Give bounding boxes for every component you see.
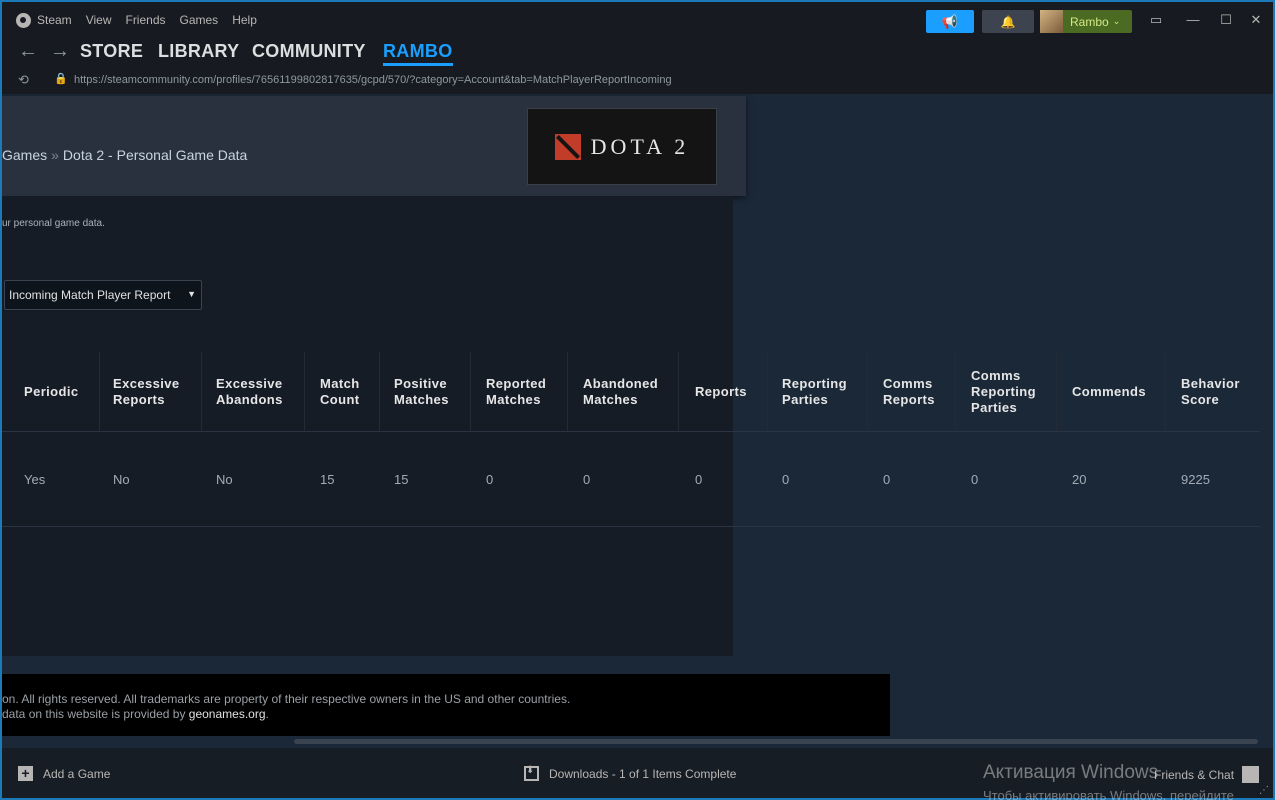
cell-reports: 0: [695, 472, 703, 487]
page-footer: on. All rights reserved. All trademarks …: [2, 674, 890, 736]
user-menu-button[interactable]: Rambo ⌄: [1040, 10, 1132, 33]
tab-library[interactable]: LIBRARY: [158, 41, 239, 62]
report-type-select[interactable]: Incoming Match Player Report ▼: [4, 280, 202, 310]
table-header: Periodic Excessive Reports Excessive Aba…: [2, 352, 1260, 432]
horizontal-scrollbar[interactable]: [294, 739, 1258, 744]
announcements-button[interactable]: 📢: [926, 10, 974, 33]
forward-arrow-icon[interactable]: →: [50, 40, 70, 63]
geonames-link[interactable]: geonames.org: [189, 707, 266, 721]
page-content: Games» Dota 2 - Personal Game Data DOTA 2…: [2, 94, 1273, 748]
cell-comms-reporting-parties: 0: [971, 472, 979, 487]
footer-copyright: on. All rights reserved. All trademarks …: [2, 692, 571, 706]
col-abandoned-matches: Abandoned Matches: [583, 376, 659, 407]
minimize-icon[interactable]: —: [1184, 12, 1202, 27]
cell-positive-matches: 15: [394, 472, 409, 487]
url-text[interactable]: https://steamcommunity.com/profiles/7656…: [74, 74, 672, 86]
dota-emblem-icon: [554, 133, 581, 160]
bell-icon: 🔔: [1000, 14, 1016, 29]
footer-geodata: data on this website is provided by geon…: [2, 707, 890, 722]
row-divider: [2, 431, 1260, 432]
col-comms-reports: Comms Reports: [883, 376, 935, 407]
tab-store[interactable]: STORE: [80, 41, 143, 62]
chevron-down-icon: ▼: [187, 289, 196, 299]
cell-abandoned-matches: 0: [583, 472, 591, 487]
page-header: Games» Dota 2 - Personal Game Data DOTA 2: [2, 96, 746, 196]
footer-geodata-suffix: .: [265, 707, 269, 721]
tab-profile[interactable]: RAMBO: [383, 41, 453, 66]
cell-comms-reports: 0: [883, 472, 891, 487]
col-periodic: Periodic: [24, 384, 79, 399]
col-reports: Reports: [695, 384, 747, 399]
col-excessive-reports: Excessive Reports: [113, 376, 180, 407]
add-game-label: Add a Game: [43, 766, 111, 781]
col-excessive-abandons: Excessive Abandons: [216, 376, 283, 407]
dota2-logo: DOTA 2: [527, 108, 717, 185]
col-behavior-score: Behavior Score: [1181, 376, 1240, 407]
cell-excessive-reports: No: [113, 472, 130, 487]
page-description: ur personal game data.: [2, 218, 105, 229]
friends-chat-label: Friends & Chat: [1154, 767, 1235, 782]
col-comms-reporting-parties: Comms Reporting Parties: [971, 368, 1036, 415]
downloads-button[interactable]: Downloads - 1 of 1 Items Complete: [524, 765, 737, 781]
menu-games[interactable]: Games: [180, 13, 219, 27]
downloads-label: Downloads - 1 of 1 Items Complete: [549, 766, 737, 781]
chevron-down-icon: ⌄: [1112, 16, 1121, 26]
friends-chat-button[interactable]: Friends & Chat: [1154, 766, 1260, 783]
download-icon: [524, 765, 539, 781]
avatar: [1040, 10, 1063, 33]
tab-community[interactable]: COMMUNITY: [252, 41, 366, 62]
back-arrow-icon[interactable]: ←: [18, 40, 38, 63]
notifications-button[interactable]: 🔔: [982, 10, 1034, 33]
menu-help[interactable]: Help: [232, 13, 257, 27]
col-commends: Commends: [1072, 384, 1146, 399]
select-value: Incoming Match Player Report: [9, 288, 171, 302]
nav-bar: ← → STORE LIBRARY COMMUNITY RAMBO: [2, 38, 1273, 66]
row-divider: [2, 526, 1260, 527]
menu-friends[interactable]: Friends: [125, 13, 165, 27]
windows-activation-subtitle: Чтобы активировать Windows, перейдите: [983, 788, 1234, 800]
col-positive-matches: Positive Matches: [394, 376, 449, 407]
reload-icon[interactable]: ⟲: [18, 72, 29, 88]
bottom-bar: + Add a Game Downloads - 1 of 1 Items Co…: [2, 748, 1273, 800]
cell-behavior-score: 9225: [1181, 472, 1210, 487]
cell-excessive-abandons: No: [216, 472, 233, 487]
game-logo-text: DOTA 2: [590, 133, 690, 159]
windows-activation-title: Активация Windows: [983, 762, 1159, 783]
add-game-button[interactable]: + Add a Game: [18, 766, 110, 781]
big-picture-icon[interactable]: ▭: [1147, 12, 1165, 28]
menu-steam[interactable]: Steam: [37, 13, 72, 27]
breadcrumb-separator: »: [51, 147, 59, 163]
col-reported-matches: Reported Matches: [486, 376, 547, 407]
breadcrumb: Games» Dota 2 - Personal Game Data: [2, 147, 247, 163]
megaphone-icon: 📢: [941, 13, 959, 29]
menu-view[interactable]: View: [86, 13, 112, 27]
plus-icon: +: [18, 766, 33, 781]
breadcrumb-games[interactable]: Games: [2, 147, 47, 163]
cell-commends: 20: [1072, 472, 1087, 487]
cell-reported-matches: 0: [486, 472, 494, 487]
col-reporting-parties: Reporting Parties: [782, 376, 847, 407]
maximize-icon[interactable]: ☐: [1217, 12, 1235, 28]
col-match-count: Match Count: [320, 376, 360, 407]
steam-logo-icon: [16, 12, 31, 28]
cell-periodic: Yes: [24, 472, 46, 487]
footer-geodata-prefix: data on this website is provided by: [2, 707, 189, 721]
close-icon[interactable]: ✕: [1247, 12, 1265, 28]
cell-match-count: 15: [320, 472, 335, 487]
cell-reporting-parties: 0: [782, 472, 790, 487]
friends-icon: [1242, 766, 1260, 783]
breadcrumb-current: Dota 2 - Personal Game Data: [62, 147, 248, 163]
resize-grip-icon[interactable]: ⋰: [1259, 785, 1269, 796]
user-name: Rambo: [1070, 14, 1109, 29]
address-bar: ⟲ 🔒 https://steamcommunity.com/profiles/…: [2, 66, 1273, 94]
lock-icon: 🔒: [54, 73, 68, 85]
